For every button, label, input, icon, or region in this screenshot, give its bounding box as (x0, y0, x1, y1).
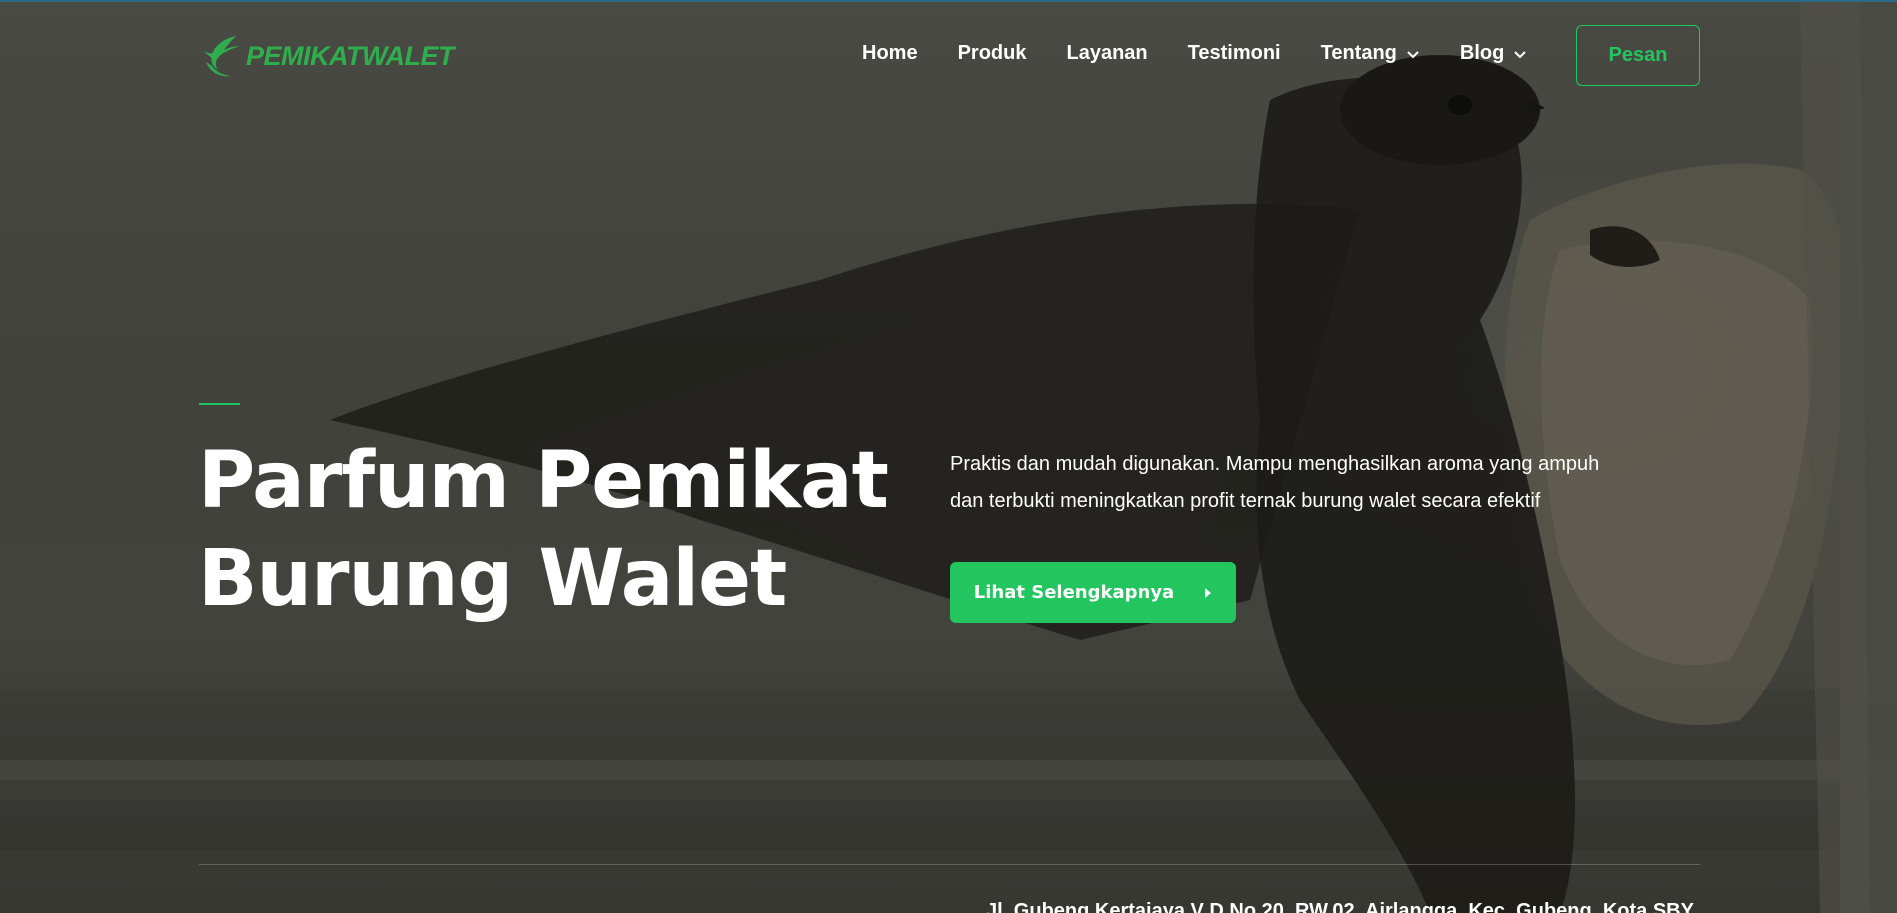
nav-home[interactable]: Home (862, 42, 918, 65)
nav-produk[interactable]: Produk (958, 42, 1027, 65)
hero-title-line1: Parfum Pemikat (198, 436, 889, 526)
nav-home-label: Home (862, 42, 918, 64)
nav-tentang-dropdown[interactable]: Tentang (1321, 42, 1420, 65)
hero-description-line2: dan terbukti meningkatkan profit ternak … (950, 490, 1541, 512)
chevron-down-icon (1407, 50, 1419, 58)
nav-tentang-label: Tentang (1320, 42, 1397, 64)
nav-layanan-label: Layanan (1066, 42, 1148, 64)
nav-produk-label: Produk (957, 42, 1027, 64)
hero-title-line2: Burung Walet (198, 534, 787, 624)
nav-testimoni-label: Testimoni (1187, 42, 1281, 64)
top-border (0, 0, 1897, 2)
address-text: Jl. Gubeng Kertajaya V D No.20, RW.02, A… (986, 900, 1694, 913)
main-nav: Home Produk Layanan Testimoni Tentang Bl… (862, 42, 1567, 65)
chevron-down-icon (1514, 50, 1527, 58)
brand-logo[interactable]: PEMIKATWALET (200, 32, 454, 80)
swallow-bird-logo-icon (204, 36, 240, 77)
section-divider (199, 864, 1700, 865)
nav-blog-label: Blog (1459, 42, 1505, 64)
nav-blog-dropdown[interactable]: Blog (1460, 42, 1527, 65)
nav-layanan[interactable]: Layanan (1066, 42, 1147, 65)
cta-label: Lihat Selengkapnya (973, 582, 1175, 603)
hero-title: Parfum Pemikat Burung Walet (198, 432, 918, 628)
pesan-button[interactable]: Pesan (1576, 25, 1700, 86)
nav-testimoni[interactable]: Testimoni (1188, 42, 1281, 65)
hero-description-line1: Praktis dan mudah digunakan. Mampu mengh… (950, 453, 1600, 475)
brand-name: PEMIKATWALET (246, 40, 454, 71)
lihat-selengkapnya-button[interactable]: Lihat Selengkapnya (950, 562, 1236, 623)
hero-description: Praktis dan mudah digunakan. Mampu mengh… (950, 446, 1630, 520)
caret-right-icon (1205, 587, 1212, 598)
accent-line (199, 403, 240, 405)
